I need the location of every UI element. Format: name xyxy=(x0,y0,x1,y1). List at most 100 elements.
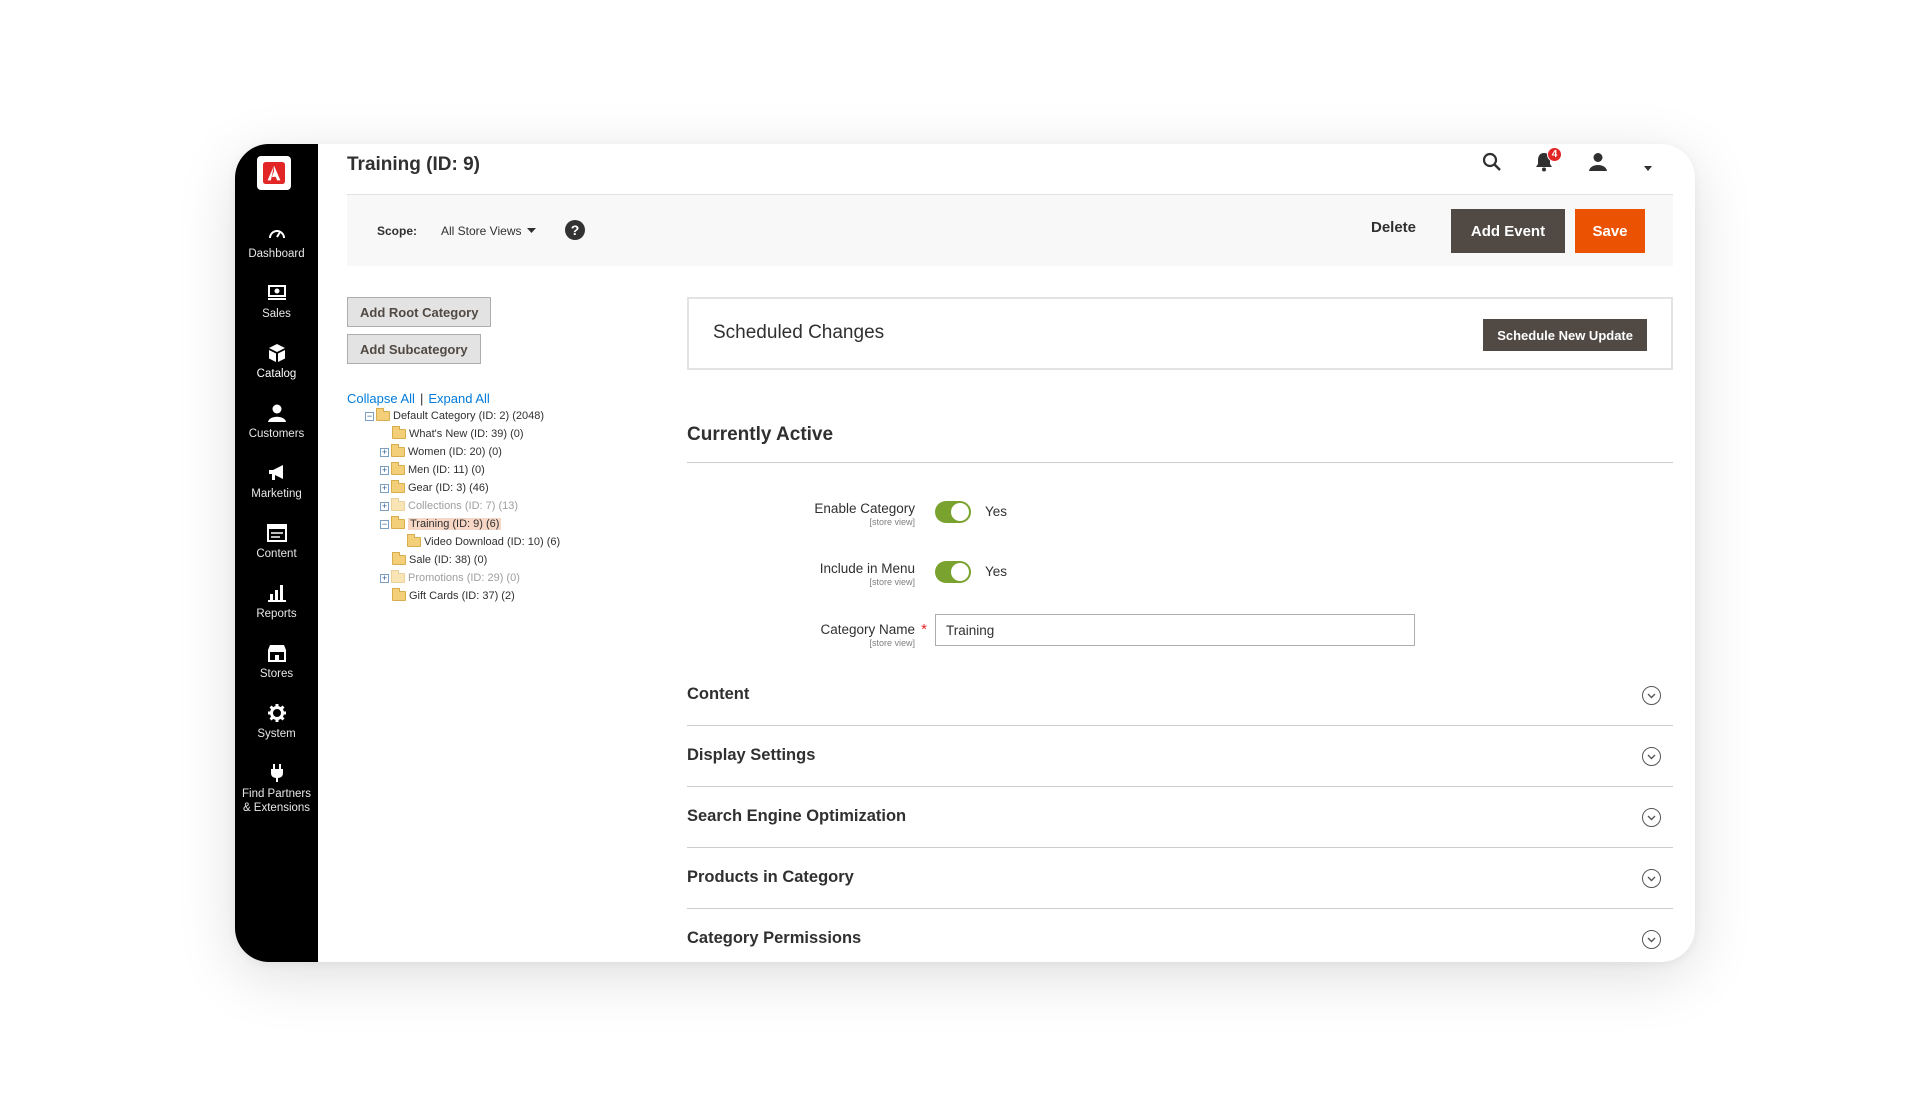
folder-icon xyxy=(392,426,406,439)
tree-collapse-toggle[interactable]: − xyxy=(365,411,374,421)
enable-category-value: Yes xyxy=(985,504,1008,519)
field-label-text: Enable Category xyxy=(814,501,915,516)
admin-sidebar: Dashboard Sales Catalog Customers Market… xyxy=(235,144,318,962)
user-account-icon[interactable] xyxy=(1589,152,1607,177)
adobe-logo-icon xyxy=(263,162,285,184)
sidebar-item-content[interactable]: Content xyxy=(235,522,318,561)
add-root-category-button[interactable]: Add Root Category xyxy=(347,297,492,327)
folder-icon xyxy=(391,444,405,457)
display-settings-section-header[interactable]: Display Settings xyxy=(687,726,1673,787)
tree-node-label: Training (ID: 9) (6) xyxy=(408,518,502,530)
tree-node[interactable]: + Gear (ID: 3) (46) xyxy=(380,480,489,496)
currently-active-title: Currently Active xyxy=(687,424,834,445)
sidebar-item-catalog[interactable]: Catalog xyxy=(235,342,318,381)
tree-collapse-toggle[interactable]: − xyxy=(380,519,389,529)
tree-node[interactable]: Sale (ID: 38) (0) xyxy=(392,552,487,568)
field-label-text: Include in Menu xyxy=(819,561,915,576)
sidebar-item-label: Marketing xyxy=(251,488,302,500)
folder-icon xyxy=(391,498,405,511)
tree-expand-toggle[interactable]: + xyxy=(380,465,389,475)
gear-icon xyxy=(267,702,287,724)
section-header-title: Category Permissions xyxy=(687,929,862,947)
tree-expand-controls: Collapse All | Expand All xyxy=(347,391,490,406)
tree-node-disabled[interactable]: + Collections (ID: 7) (13) xyxy=(380,498,518,514)
delete-button[interactable]: Delete xyxy=(1371,219,1416,236)
add-event-button[interactable]: Add Event xyxy=(1451,209,1565,253)
catalog-icon xyxy=(267,342,287,364)
sidebar-item-stores[interactable]: Stores xyxy=(235,642,318,681)
folder-icon xyxy=(391,516,405,529)
scheduled-changes-panel: Scheduled Changes Schedule New Update xyxy=(687,297,1673,370)
caret-down-icon xyxy=(527,228,537,233)
tree-node-disabled[interactable]: + Promotions (ID: 29) (0) xyxy=(380,570,520,586)
tree-node-label: Promotions (ID: 29) (0) xyxy=(408,572,520,584)
sidebar-item-marketing[interactable]: Marketing xyxy=(235,462,318,501)
schedule-new-update-button[interactable]: Schedule New Update xyxy=(1483,319,1647,351)
folder-icon xyxy=(392,588,406,601)
tree-node[interactable]: What's New (ID: 39) (0) xyxy=(392,426,524,442)
save-button[interactable]: Save xyxy=(1575,209,1645,253)
content-section-header[interactable]: Content xyxy=(687,665,1673,726)
category-name-input[interactable] xyxy=(935,614,1415,646)
sidebar-item-dashboard[interactable]: Dashboard xyxy=(235,222,318,261)
sidebar-item-label: Sales xyxy=(262,308,291,320)
section-header-title: Display Settings xyxy=(687,746,816,764)
include-in-menu-label: Include in Menu [store view] xyxy=(675,561,915,587)
sidebar-item-extensions[interactable]: Find Partners & Extensions xyxy=(235,762,318,815)
sidebar-item-sales[interactable]: Sales xyxy=(235,282,318,321)
tree-node[interactable]: Gift Cards (ID: 37) (2) xyxy=(392,588,515,604)
collapse-all-link[interactable]: Collapse All xyxy=(347,391,415,406)
search-icon[interactable] xyxy=(1482,152,1502,177)
field-scope-note: [store view] xyxy=(869,577,915,587)
tree-node[interactable]: + Men (ID: 11) (0) xyxy=(380,462,485,478)
seo-section-header[interactable]: Search Engine Optimization xyxy=(687,787,1673,848)
scope-switcher[interactable]: All Store Views xyxy=(441,224,537,238)
scope-help-icon[interactable]: ? xyxy=(565,220,585,240)
add-subcategory-button[interactable]: Add Subcategory xyxy=(347,334,481,364)
stores-icon xyxy=(267,642,287,664)
tree-node[interactable]: + Women (ID: 20) (0) xyxy=(380,444,502,460)
enable-category-toggle[interactable] xyxy=(935,501,971,523)
folder-icon xyxy=(391,462,405,475)
tree-expand-toggle[interactable]: + xyxy=(380,483,389,493)
tree-expand-toggle[interactable]: + xyxy=(380,447,389,457)
folder-icon xyxy=(407,534,421,547)
account-dropdown-chevron-icon[interactable] xyxy=(1643,159,1653,177)
tree-node[interactable]: Video Download (ID: 10) (6) xyxy=(407,534,560,550)
sidebar-item-reports[interactable]: Reports xyxy=(235,582,318,621)
sidebar-item-system[interactable]: System xyxy=(235,702,318,741)
plug-icon xyxy=(268,762,286,784)
link-separator: | xyxy=(419,391,424,406)
tree-node-label: Women (ID: 20) (0) xyxy=(408,446,502,458)
chevron-down-icon xyxy=(1642,930,1661,949)
sales-icon xyxy=(267,282,287,304)
sidebar-item-label: Dashboard xyxy=(248,248,305,260)
sidebar-item-label: Content xyxy=(256,548,297,560)
scope-switcher-value: All Store Views xyxy=(441,224,522,238)
tree-expand-toggle[interactable]: + xyxy=(380,501,389,511)
notifications-bell-icon[interactable]: 4 xyxy=(1535,147,1562,177)
expand-all-link[interactable]: Expand All xyxy=(428,391,489,406)
tree-node-label: Gear (ID: 3) (46) xyxy=(408,482,489,494)
tree-node-label: Video Download (ID: 10) (6) xyxy=(424,536,561,548)
page-title: Training (ID: 9) xyxy=(347,154,480,175)
tree-node-selected[interactable]: − Training (ID: 9) (6) xyxy=(380,516,502,532)
tree-node-label: Collections (ID: 7) (13) xyxy=(408,500,519,512)
category-permissions-section-header[interactable]: Category Permissions xyxy=(687,909,1673,962)
tree-expand-toggle[interactable]: + xyxy=(380,573,389,583)
tree-node[interactable]: − Default Category (ID: 2) (2048) xyxy=(365,408,544,424)
folder-icon xyxy=(376,408,390,421)
reports-icon xyxy=(267,582,287,604)
dashboard-icon xyxy=(268,222,286,244)
chevron-down-icon xyxy=(1642,869,1661,888)
include-in-menu-toggle[interactable] xyxy=(935,561,971,583)
section-header-title: Search Engine Optimization xyxy=(687,807,907,825)
tree-node-label: Default Category (ID: 2) (2048) xyxy=(393,410,545,422)
sidebar-item-label: Reports xyxy=(256,608,297,620)
folder-icon xyxy=(391,570,405,583)
sidebar-item-customers[interactable]: Customers xyxy=(235,402,318,441)
adobe-logo[interactable] xyxy=(257,156,291,190)
products-in-category-section-header[interactable]: Products in Category xyxy=(687,848,1673,909)
chevron-down-icon xyxy=(1642,808,1661,827)
folder-icon xyxy=(391,480,405,493)
